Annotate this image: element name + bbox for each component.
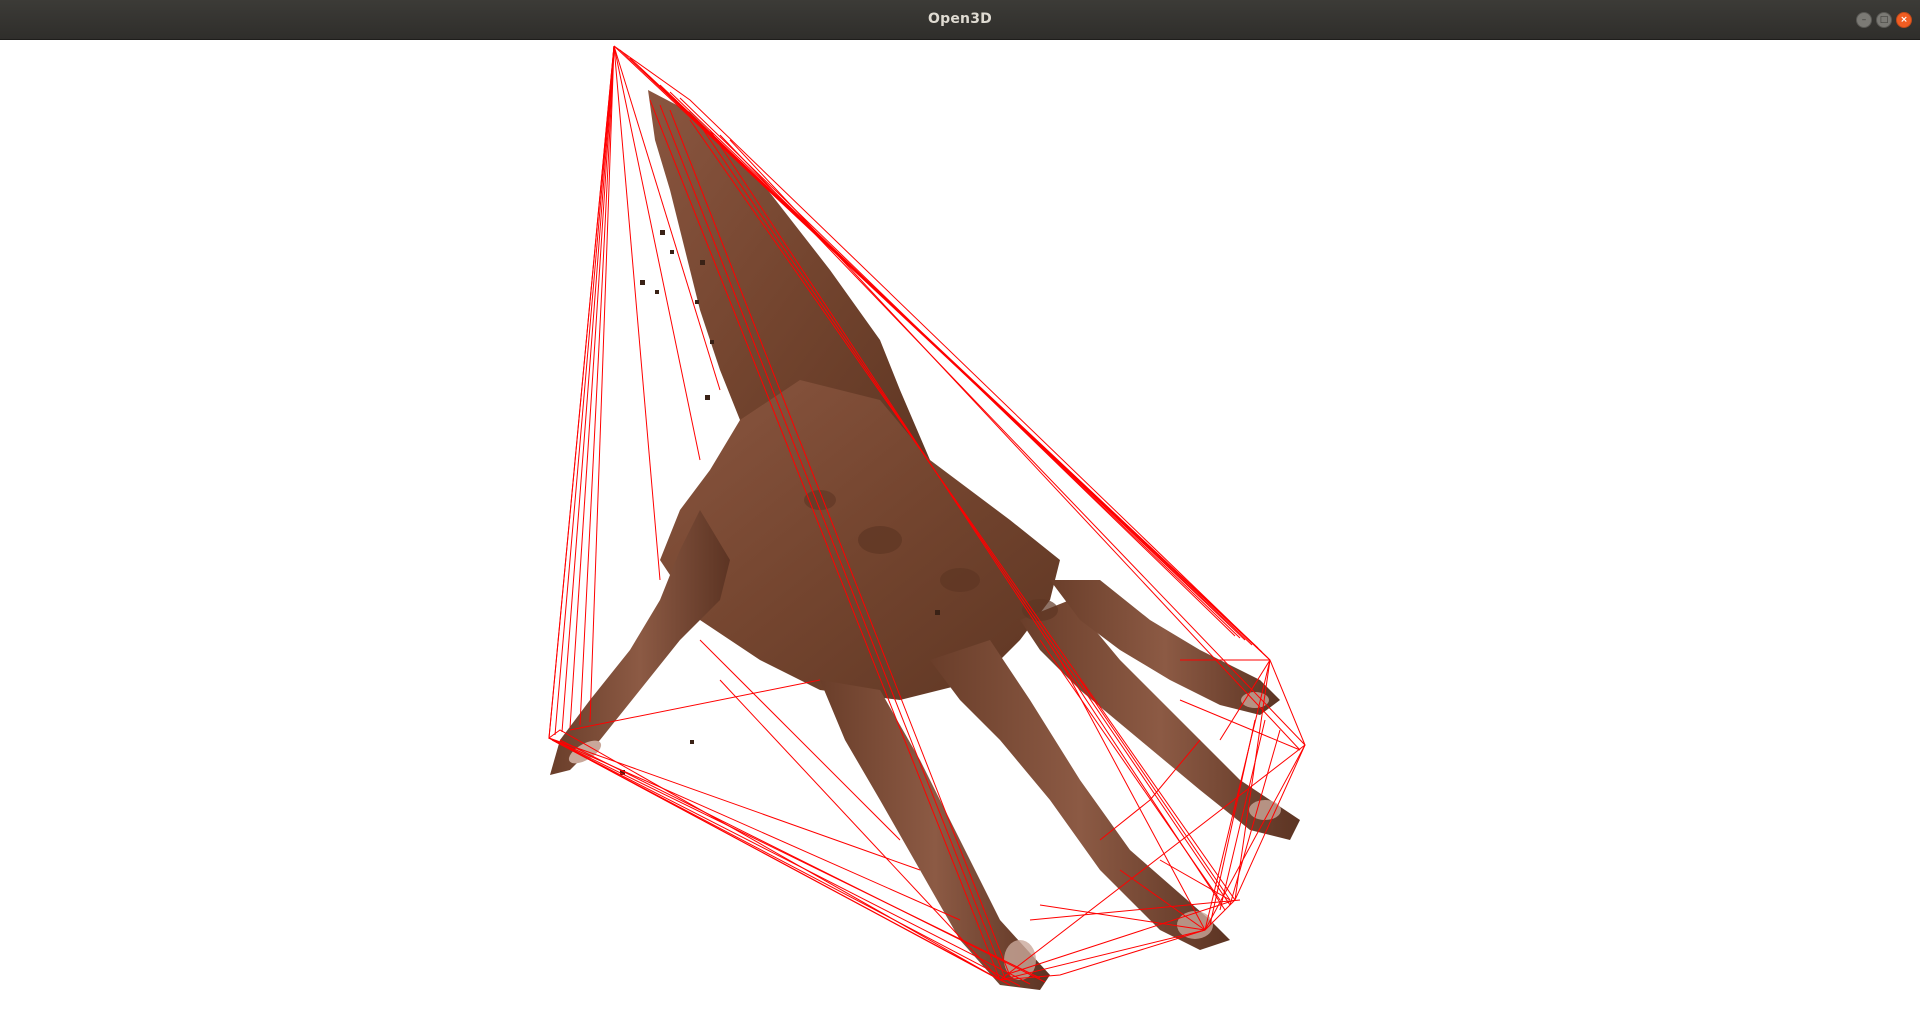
close-icon: × xyxy=(1900,14,1908,25)
close-button[interactable]: × xyxy=(1896,12,1912,28)
fingernail xyxy=(1249,800,1281,820)
hand-point-cloud xyxy=(550,90,1300,990)
open3d-window: Open3D – □ × xyxy=(0,0,1920,1032)
3d-viewport[interactable] xyxy=(0,40,1920,1032)
maximize-icon: □ xyxy=(1879,14,1889,25)
maximize-button[interactable]: □ xyxy=(1876,12,1892,28)
scene-render xyxy=(548,45,1306,990)
minimize-button[interactable]: – xyxy=(1856,12,1872,28)
knuckle xyxy=(940,568,980,592)
title-bar[interactable]: Open3D – □ × xyxy=(0,0,1920,40)
minimize-icon: – xyxy=(1861,14,1867,25)
window-controls: – □ × xyxy=(1856,12,1912,28)
window-title: Open3D xyxy=(928,11,992,27)
knuckle xyxy=(858,526,902,554)
